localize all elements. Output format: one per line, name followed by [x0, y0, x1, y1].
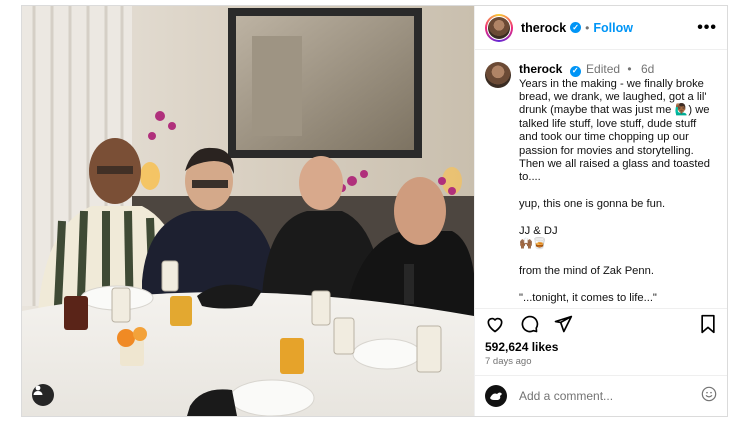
- post-side-panel: therock ✓ • Follow ••• therock ✓ Edited …: [474, 6, 727, 416]
- edited-label: Edited: [586, 62, 621, 76]
- verified-badge-icon: ✓: [569, 65, 581, 77]
- photo-scene: [22, 6, 474, 416]
- share-icon[interactable]: [553, 314, 573, 334]
- more-options-icon[interactable]: •••: [697, 19, 717, 37]
- post-container: therock ✓ • Follow ••• therock ✓ Edited …: [21, 5, 728, 417]
- comment-input[interactable]: Add a comment...: [519, 389, 701, 403]
- current-user-avatar: [485, 385, 507, 407]
- post-age: 6d: [640, 62, 655, 76]
- separator-dot: •: [627, 62, 632, 76]
- post-header: therock ✓ • Follow •••: [475, 6, 727, 50]
- caption-author-avatar[interactable]: [485, 62, 511, 88]
- comment-box: Add a comment...: [475, 375, 727, 416]
- post-photo[interactable]: [22, 6, 474, 416]
- like-count[interactable]: 592,624 likes: [475, 340, 727, 354]
- comment-icon[interactable]: [519, 314, 539, 334]
- post-caption: therock ✓ Edited • 6d Years in the makin…: [475, 50, 727, 308]
- author-username[interactable]: therock: [521, 21, 566, 35]
- emoji-icon[interactable]: [701, 386, 717, 407]
- separator-dot: •: [585, 20, 590, 35]
- caption-author-username[interactable]: therock: [519, 62, 562, 76]
- author-avatar[interactable]: [485, 13, 513, 42]
- follow-button[interactable]: Follow: [593, 21, 633, 35]
- verified-badge-icon: ✓: [570, 22, 582, 33]
- post-timestamp[interactable]: 7 days ago: [475, 354, 727, 375]
- heart-icon[interactable]: [485, 314, 505, 334]
- bookmark-icon[interactable]: [699, 314, 717, 334]
- caption-text: Years in the making - we finally broke b…: [519, 77, 710, 305]
- action-bar: [475, 308, 727, 338]
- user-tag-icon[interactable]: [32, 384, 54, 406]
